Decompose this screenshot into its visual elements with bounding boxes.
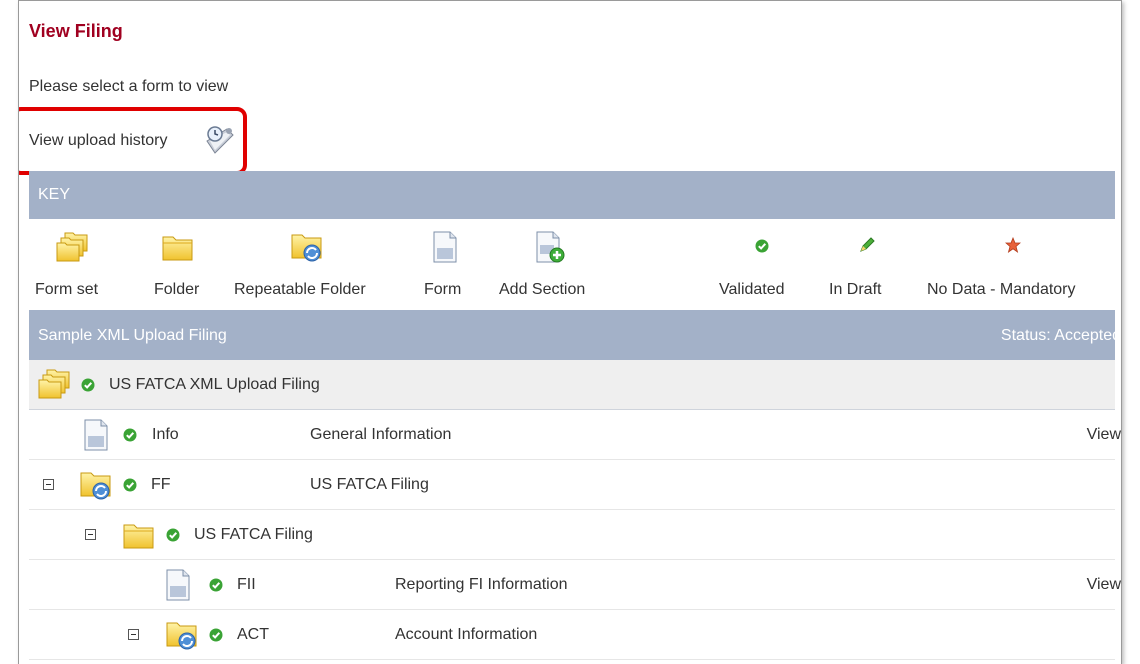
validated-icon [209, 628, 223, 642]
row-description: Account Information [395, 626, 538, 643]
folder-icon [161, 231, 195, 263]
key-label: Folder [154, 281, 200, 298]
key-label: Validated [719, 281, 785, 298]
key-label: In Draft [829, 281, 882, 298]
key-item-validated: Validated [719, 219, 809, 309]
view-link[interactable]: View [1087, 560, 1121, 610]
row-code: Info [152, 426, 179, 443]
filing-header: Sample XML Upload Filing Status: Accepte… [29, 310, 1121, 360]
add-section-icon [535, 231, 565, 263]
form-icon [432, 231, 458, 263]
repeatable-folder-icon [290, 231, 324, 263]
row-code: US FATCA Filing [194, 526, 313, 543]
key-label: Form set [35, 281, 99, 298]
tree-row-act[interactable]: ACT Account Information [29, 610, 1115, 660]
tree-row-info[interactable]: Info General Information View [29, 410, 1121, 460]
validated-icon [81, 378, 95, 392]
key-item-form-set: Form set [29, 219, 111, 309]
upload-history-highlight [19, 107, 247, 175]
key-item-in-draft: In Draft [829, 219, 909, 309]
form-icon [83, 419, 109, 451]
form-set-icon [37, 368, 71, 402]
key-label: Add Section [499, 281, 586, 298]
row-code: FF [151, 476, 171, 493]
no-data-mandatory-icon [1005, 237, 1021, 253]
folder-icon [122, 519, 156, 551]
key-legend: Form set Folder Repeatable Folder Form A… [29, 219, 1115, 309]
key-item-folder: Folder [144, 219, 214, 309]
validated-icon [123, 428, 137, 442]
tree-row-ff[interactable]: FF US FATCA Filing [29, 460, 1115, 510]
form-icon [165, 569, 191, 601]
key-item-form: Form [414, 219, 474, 309]
page-title: View Filing [29, 21, 123, 41]
key-label: Repeatable Folder [234, 281, 366, 298]
row-code[interactable]: US FATCA XML Upload Filing [109, 360, 320, 410]
repeatable-folder-icon [165, 619, 199, 651]
tree-row-us-fatca-filing[interactable]: US FATCA Filing [29, 510, 1115, 560]
collapse-toggle[interactable] [43, 479, 54, 490]
row-code: ACT [237, 626, 269, 643]
repeatable-folder-icon [79, 469, 113, 501]
row-description: US FATCA Filing [310, 476, 429, 493]
view-link[interactable]: View [1087, 410, 1121, 460]
collapse-toggle[interactable] [128, 629, 139, 640]
key-item-no-data-mandatory: No Data - Mandatory [927, 219, 1097, 309]
key-label: No Data - Mandatory [927, 281, 1076, 298]
row-code: FII [237, 576, 256, 593]
key-header: KEY [29, 171, 1115, 219]
validated-icon [166, 528, 180, 542]
row-description: Reporting FI Information [395, 576, 568, 593]
in-draft-icon [859, 237, 875, 253]
collapse-toggle[interactable] [85, 529, 96, 540]
key-item-repeatable-folder: Repeatable Folder [234, 219, 394, 309]
form-set-icon [55, 231, 89, 263]
tree-row-us-fatca-xml-upload-filing[interactable]: US FATCA XML Upload Filing [29, 360, 1115, 410]
key-item-add-section: Add Section [499, 219, 609, 309]
tree-row-fii[interactable]: FII Reporting FI Information View [29, 560, 1121, 610]
row-description: General Information [310, 426, 452, 443]
validated-icon [123, 478, 137, 492]
validated-icon [755, 239, 769, 253]
filing-name: Sample XML Upload Filing [38, 327, 227, 344]
validated-icon [209, 578, 223, 592]
view-filing-panel: View Filing Please select a form to view… [18, 0, 1122, 664]
instruction-text: Please select a form to view [29, 78, 229, 95]
filing-status: Status: Accepted [1000, 327, 1121, 344]
key-label: Form [424, 281, 462, 298]
